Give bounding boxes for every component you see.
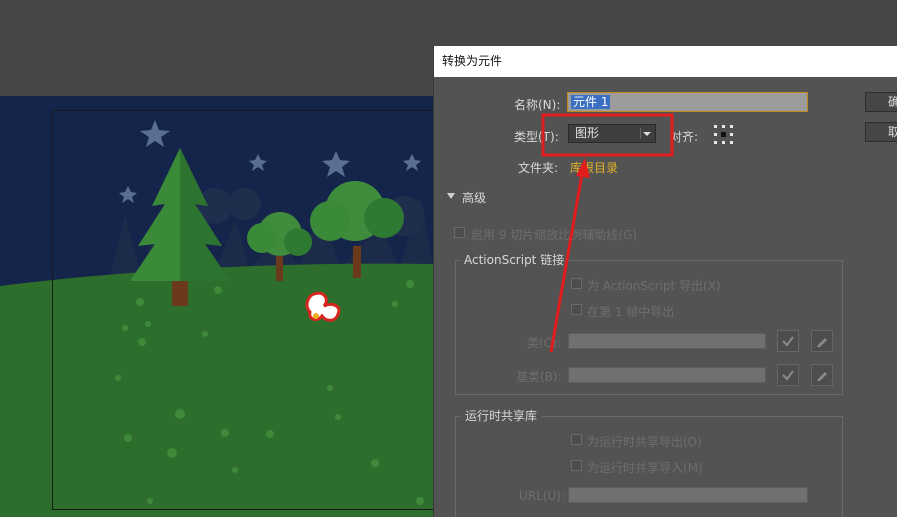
url-label: URL(U): bbox=[519, 489, 565, 503]
registration-grid-icon[interactable] bbox=[714, 125, 734, 145]
tree-trunk bbox=[276, 256, 283, 281]
checkmark-icon bbox=[782, 370, 794, 381]
name-input[interactable]: 元件 1 bbox=[567, 92, 808, 112]
runtime-library-group-title: 运行时共享库 bbox=[461, 407, 542, 424]
actionscript-group-title: ActionScript 链接 bbox=[460, 251, 569, 268]
cancel-button[interactable]: 取消 bbox=[865, 122, 897, 142]
checkmark-icon bbox=[782, 336, 794, 347]
name-label: 名称(N): bbox=[514, 98, 561, 112]
validate-class-button[interactable] bbox=[777, 330, 799, 352]
export-actionscript-checkbox[interactable] bbox=[571, 278, 582, 289]
scale9-label: 启用 9 切片缩放比例辅助线(G) bbox=[471, 228, 637, 242]
pencil-icon bbox=[817, 338, 827, 347]
round-tree bbox=[284, 228, 312, 256]
tree-trunk bbox=[353, 246, 361, 278]
export-frame1-checkbox[interactable] bbox=[571, 304, 582, 315]
pencil-icon bbox=[817, 372, 827, 381]
export-actionscript-label: 为 ActionScript 导出(X) bbox=[587, 279, 721, 293]
convert-to-symbol-dialog: 转换为元件 名称(N): 元件 1 确定 类型(T): 图形 对齐: 取消 文件… bbox=[433, 46, 897, 517]
scale9-checkbox[interactable] bbox=[454, 227, 465, 238]
runtime-import-label: 为运行时共享导入(M) bbox=[587, 461, 703, 475]
class-label: 类(C): bbox=[527, 336, 561, 350]
runtime-export-label: 为运行时共享导出(O) bbox=[587, 435, 702, 449]
edit-base-class-button[interactable] bbox=[811, 364, 833, 386]
bush-silhouette bbox=[229, 188, 261, 220]
round-tree bbox=[247, 223, 277, 253]
runtime-import-checkbox[interactable] bbox=[571, 460, 582, 471]
runtime-export-checkbox[interactable] bbox=[571, 434, 582, 445]
round-tree bbox=[310, 201, 350, 241]
export-frame1-label: 在第 1 帧中导出 bbox=[587, 305, 675, 319]
chevron-down-icon bbox=[640, 128, 652, 139]
dialog-title: 转换为元件 bbox=[434, 46, 897, 77]
type-select[interactable]: 图形 bbox=[568, 124, 656, 143]
type-label: 类型(T): bbox=[514, 130, 559, 144]
round-tree bbox=[364, 198, 404, 238]
edit-class-button[interactable] bbox=[811, 330, 833, 352]
name-input-value: 元件 1 bbox=[571, 95, 611, 109]
url-input[interactable] bbox=[568, 487, 808, 503]
type-select-value: 图形 bbox=[575, 126, 600, 140]
folder-label: 文件夹: bbox=[518, 161, 559, 175]
class-input[interactable] bbox=[568, 333, 766, 349]
align-label: 对齐: bbox=[670, 130, 699, 144]
folder-link[interactable]: 库根目录 bbox=[570, 159, 618, 176]
triangle-down-icon[interactable] bbox=[447, 193, 455, 199]
ok-button[interactable]: 确定 bbox=[865, 92, 897, 112]
base-class-input[interactable] bbox=[568, 367, 766, 383]
validate-base-class-button[interactable] bbox=[777, 364, 799, 386]
advanced-toggle[interactable]: 高级 bbox=[462, 189, 486, 206]
base-class-label: 基类(B): bbox=[516, 370, 562, 384]
